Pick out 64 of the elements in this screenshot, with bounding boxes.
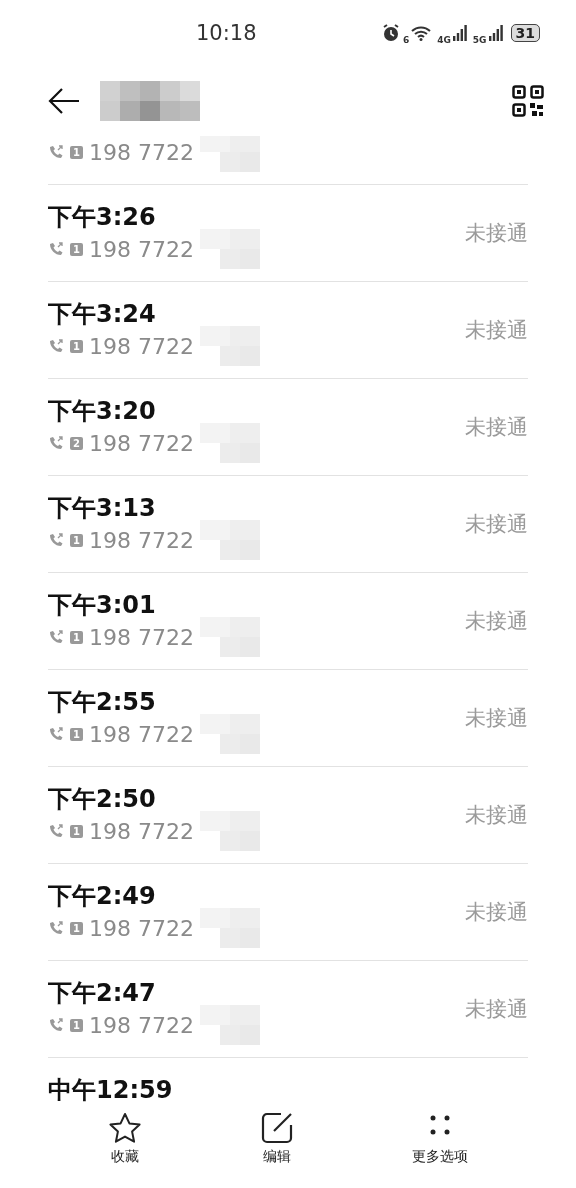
network-label: 4G [437, 35, 451, 45]
outgoing-call-icon [48, 338, 64, 354]
phone-number: 198 7722 [88, 721, 194, 747]
phone-number: 198 7722 [88, 915, 194, 941]
call-status: 未接通 [465, 608, 528, 635]
sim-slot-badge: 1 [70, 339, 83, 353]
call-status: 未接通 [465, 220, 528, 247]
action-button[interactable]: 编辑 [251, 1108, 303, 1182]
sim-slot-badge: 1 [70, 533, 83, 547]
qr-code-icon[interactable] [512, 85, 544, 117]
call-time: 下午3:13 [48, 493, 157, 523]
call-status: 未接通 [465, 414, 528, 441]
outgoing-call-icon [48, 241, 64, 257]
action-button[interactable]: 更多选项 [402, 1108, 479, 1182]
phone-number: 198 7722 [88, 333, 194, 359]
outgoing-call-icon [48, 823, 64, 839]
sim-slot-badge: 1 [70, 242, 83, 256]
phone-number: 198 7722 [88, 1012, 194, 1038]
wifi-icon [411, 25, 432, 41]
outgoing-call-icon [48, 920, 64, 936]
phone-number: 198 7722 [88, 624, 194, 650]
call-status: 未接通 [465, 511, 528, 538]
sim-slot-badge: 1 [70, 921, 83, 935]
sim-slot-badge: 1 [70, 145, 83, 159]
call-status: 未接通 [465, 802, 528, 829]
action-button[interactable]: 收藏 [97, 1108, 152, 1182]
call-time: 下午2:47 [48, 978, 157, 1008]
sim-slot-badge: 2 [70, 436, 83, 450]
call-status: 未接通 [465, 705, 528, 732]
wifi-generation-label: 6 [402, 35, 410, 45]
back-arrow-icon[interactable] [48, 87, 80, 115]
sim-slot-badge: 1 [70, 824, 83, 838]
outgoing-call-icon [48, 629, 64, 645]
call-time: 中午12:59 [48, 1075, 174, 1105]
signal-icon [488, 25, 503, 41]
phone-number: 198 7722 [88, 139, 194, 165]
call-time: 下午2:49 [48, 881, 157, 911]
phone-number: 198 7722 [88, 527, 194, 553]
outgoing-call-icon [48, 144, 64, 160]
phone-number: 198 7722 [88, 818, 194, 844]
call-time: 下午3:24 [48, 299, 157, 329]
sim-slot-badge: 1 [70, 1018, 83, 1032]
phone-number: 198 7722 [88, 236, 194, 262]
call-time: 下午3:01 [48, 590, 157, 620]
call-status: 未接通 [465, 317, 528, 344]
call-time: 下午3:26 [48, 202, 157, 232]
call-time: 下午2:55 [48, 687, 157, 717]
battery-indicator: 31 [510, 24, 540, 42]
outgoing-call-icon [48, 1017, 64, 1033]
sim-slot-badge: 1 [70, 630, 83, 644]
edit-icon [261, 1112, 293, 1144]
network-label: 5G [472, 35, 487, 45]
signal-icon [452, 25, 467, 41]
star-icon [107, 1112, 142, 1144]
phone-number: 198 7722 [88, 430, 194, 456]
outgoing-call-icon [48, 532, 64, 548]
call-time: 下午2:50 [48, 784, 157, 814]
sim-slot-badge: 1 [70, 727, 83, 741]
status-time: 10:18 [196, 21, 257, 45]
call-status: 未接通 [465, 899, 528, 926]
call-status: 未接通 [465, 996, 528, 1023]
outgoing-call-icon [48, 435, 64, 451]
call-time: 下午3:20 [48, 396, 157, 426]
outgoing-call-icon [48, 726, 64, 742]
